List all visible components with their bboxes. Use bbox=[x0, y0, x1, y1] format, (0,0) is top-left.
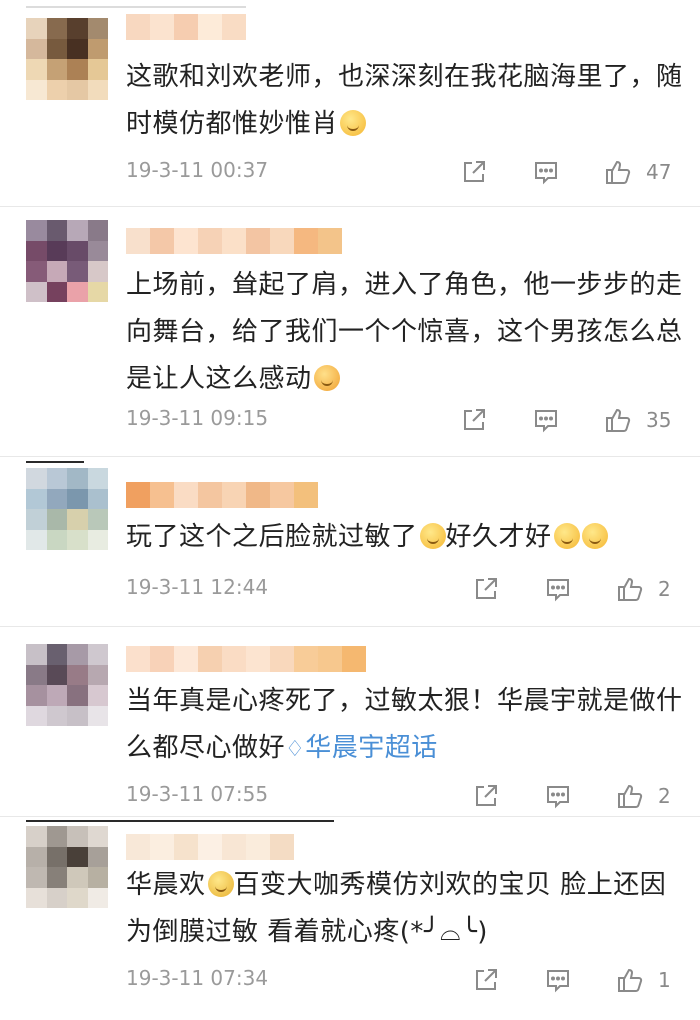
speechless-emoji bbox=[553, 523, 580, 549]
comment-meta: 19-3-11 07:55 2 bbox=[126, 782, 700, 812]
speechless-emoji bbox=[581, 523, 608, 549]
comment-body-continued: 好久才好 bbox=[445, 522, 552, 552]
like-count: 2 bbox=[658, 784, 671, 808]
avatar[interactable] bbox=[26, 468, 108, 550]
repost-icon[interactable] bbox=[460, 158, 488, 186]
username-redacted[interactable] bbox=[126, 482, 318, 508]
thumbs-up-icon[interactable] bbox=[616, 966, 644, 994]
comment-meta: 19-3-11 12:44 2 bbox=[126, 575, 700, 605]
comment-meta: 19-3-11 09:15 35 bbox=[126, 406, 700, 436]
comment-body-continued: 百变大咖秀模仿刘欢的宝贝 脸上还因为倒膜过敏 看着就心疼(*╯⌓╰) bbox=[126, 870, 667, 947]
thumbs-up-icon[interactable] bbox=[616, 782, 644, 810]
touched-emoji bbox=[313, 365, 340, 391]
username-redacted[interactable] bbox=[126, 646, 366, 672]
speechless-emoji bbox=[419, 523, 446, 549]
thumbs-up-icon[interactable] bbox=[604, 158, 632, 186]
comment-icon[interactable] bbox=[544, 966, 572, 994]
comment-icon[interactable] bbox=[544, 782, 572, 810]
comment-text: 玩了这个之后脸就过敏了 好久才好 bbox=[126, 514, 686, 561]
avatar[interactable] bbox=[26, 220, 108, 302]
topic-link[interactable]: 华晨宇超话 bbox=[305, 733, 438, 763]
like-count: 35 bbox=[646, 408, 672, 432]
repost-icon[interactable] bbox=[460, 406, 488, 434]
timestamp: 19-3-11 00:37 bbox=[126, 158, 269, 182]
comment-body: 华晨欢 bbox=[126, 870, 206, 900]
avatar[interactable] bbox=[26, 18, 108, 100]
timestamp: 19-3-11 07:55 bbox=[126, 782, 269, 806]
repost-icon[interactable] bbox=[472, 966, 500, 994]
repost-icon[interactable] bbox=[472, 782, 500, 810]
avatar[interactable] bbox=[26, 644, 108, 726]
avatar[interactable] bbox=[26, 826, 108, 908]
username-redacted[interactable] bbox=[126, 228, 342, 254]
comment-body: 这歌和刘欢老师，也深深刻在我花脑海里了，随时模仿都惟妙惟肖 bbox=[126, 62, 683, 139]
divider bbox=[0, 816, 700, 817]
username-redacted[interactable] bbox=[126, 834, 294, 860]
comment-text: 华晨欢 百变大咖秀模仿刘欢的宝贝 脸上还因为倒膜过敏 看着就心疼(*╯⌓╰) bbox=[126, 862, 686, 956]
like-count: 1 bbox=[658, 968, 671, 992]
divider bbox=[0, 456, 700, 457]
diamond-topic-icon[interactable]: ♢ bbox=[285, 737, 305, 762]
comment-text: 这歌和刘欢老师，也深深刻在我花脑海里了，随时模仿都惟妙惟肖 bbox=[126, 54, 686, 148]
comment-body: 玩了这个之后脸就过敏了 bbox=[126, 522, 418, 552]
comment-text: 当年真是心疼死了，过敏太狠！华晨宇就是做什么都尽心做好♢华晨宇超话 bbox=[126, 678, 686, 773]
comment-meta: 19-3-11 00:37 47 bbox=[126, 158, 700, 188]
timestamp: 19-3-11 09:15 bbox=[126, 406, 269, 430]
divider bbox=[0, 626, 700, 627]
divider bbox=[0, 206, 700, 207]
timestamp: 19-3-11 12:44 bbox=[126, 575, 269, 599]
like-count: 47 bbox=[646, 160, 672, 184]
comment-meta: 19-3-11 07:34 1 bbox=[126, 966, 700, 996]
comment-body: 上场前，耸起了肩，进入了角色，他一步步的走向舞台，给了我们一个个惊喜，这个男孩怎… bbox=[126, 270, 683, 394]
crop-edge bbox=[26, 461, 84, 463]
username-redacted[interactable] bbox=[126, 14, 246, 40]
crop-edge bbox=[26, 6, 246, 8]
timestamp: 19-3-11 07:34 bbox=[126, 966, 269, 990]
thumbs-up-icon[interactable] bbox=[604, 406, 632, 434]
comment-text: 上场前，耸起了肩，进入了角色，他一步步的走向舞台，给了我们一个个惊喜，这个男孩怎… bbox=[126, 262, 686, 403]
thumbs-up-icon[interactable] bbox=[616, 575, 644, 603]
laughing-crying-emoji bbox=[340, 110, 367, 136]
comment-icon[interactable] bbox=[532, 406, 560, 434]
repost-icon[interactable] bbox=[472, 575, 500, 603]
comment-icon[interactable] bbox=[532, 158, 560, 186]
crop-edge bbox=[26, 820, 334, 822]
crying-emoji bbox=[207, 871, 234, 897]
like-count: 2 bbox=[658, 577, 671, 601]
comment-icon[interactable] bbox=[544, 575, 572, 603]
